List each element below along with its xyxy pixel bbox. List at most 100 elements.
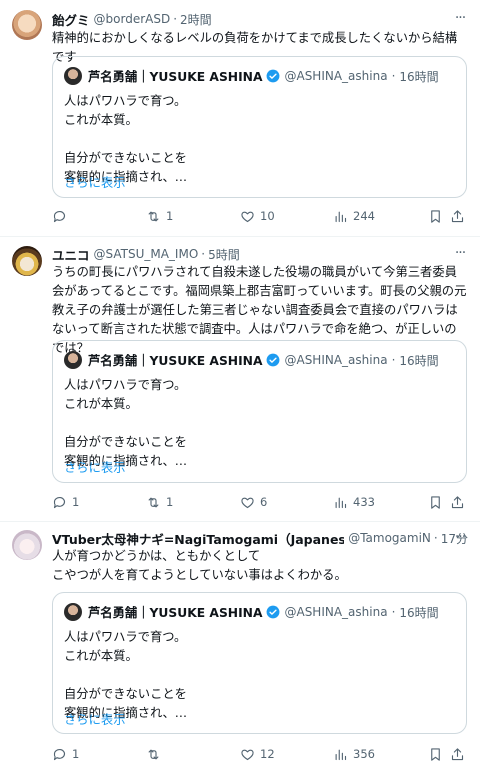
quote-display-name: 芦名勇舗｜YUSUKE ASHINA <box>88 354 263 368</box>
quote-text: 人はパワハラで育つ。 これが本質。 自分ができないことを 客観的に指摘され、… <box>64 378 188 468</box>
post-time[interactable]: 5時間 <box>208 246 240 263</box>
display-name[interactable]: ユニコ <box>52 245 90 263</box>
reply-count: 1 <box>72 747 80 761</box>
more-options-icon[interactable]: ··· <box>452 530 468 547</box>
separator-dot: · <box>391 353 396 367</box>
reply-count: 1 <box>72 495 80 509</box>
like-count: 6 <box>260 495 268 509</box>
heart-icon <box>241 497 254 508</box>
bookmark-icon <box>431 209 440 223</box>
quote-time: 16時間 <box>399 605 439 620</box>
show-more-link[interactable]: さらに表示 <box>64 710 126 728</box>
quote-text: 人はパワハラで育つ。 これが本質。 自分ができないことを 客観的に指摘され、… <box>64 630 188 720</box>
quote-avatar <box>64 67 82 85</box>
reply-icon <box>53 210 66 222</box>
view-count: 244 <box>353 209 375 223</box>
post-text: 人が育つかどうかは、ともかくとして こやつが人を育てようとしていない事はよくわか… <box>52 549 347 582</box>
show-more-link[interactable]: さらに表示 <box>64 458 126 476</box>
quote-header: 芦名勇舗｜YUSUKE ASHINA @ASHINA_ashina · 16時間 <box>88 350 456 370</box>
bookmark-icon <box>431 495 440 509</box>
share-icon <box>451 209 464 222</box>
more-options-icon[interactable]: ··· <box>452 246 468 263</box>
separator-dot: · <box>391 69 396 83</box>
reply-button[interactable]: 1 <box>52 492 79 512</box>
post-header: 飴グミ @borderASD · 2時間 <box>52 10 468 28</box>
display-name[interactable]: VTuber太母神ナギ=NagiTamogami（JapaneseV <box>52 529 344 547</box>
verified-badge-icon <box>267 353 280 367</box>
repost-button[interactable]: 1 <box>146 206 173 226</box>
analytics-icon <box>335 497 347 508</box>
quote-time: 16時間 <box>399 69 439 84</box>
quote-display-name: 芦名勇舗｜YUSUKE ASHINA <box>88 70 263 84</box>
user-handle[interactable]: @TamogamiN <box>348 531 431 545</box>
heart-icon <box>241 211 254 222</box>
reply-button[interactable] <box>52 206 72 226</box>
quote-avatar <box>64 603 82 621</box>
repost-icon <box>148 749 159 759</box>
quoted-post[interactable]: 芦名勇舗｜YUSUKE ASHINA @ASHINA_ashina · 16時間… <box>52 56 467 198</box>
post-header: ユニコ @SATSU_MA_IMO · 5時間 <box>52 245 468 263</box>
post-item[interactable]: VTuber太母神ナギ=NagiTamogami（JapaneseV @Tamo… <box>0 522 480 773</box>
quote-header: 芦名勇舗｜YUSUKE ASHINA @ASHINA_ashina · 16時間 <box>88 602 456 622</box>
action-bar: 1 10 244 <box>52 206 468 226</box>
quote-header: 芦名勇舗｜YUSUKE ASHINA @ASHINA_ashina · 16時間 <box>88 66 456 86</box>
view-count: 356 <box>353 747 375 761</box>
like-button[interactable]: 12 <box>240 744 275 764</box>
separator-dot: · <box>201 247 206 261</box>
repost-icon <box>148 211 159 221</box>
quote-avatar <box>64 351 82 369</box>
post-item[interactable]: ユニコ @SATSU_MA_IMO · 5時間 ··· うちの町長にパワハラされ… <box>0 237 480 521</box>
quote-time: 16時間 <box>399 353 439 368</box>
reply-icon <box>53 496 66 508</box>
bookmark-button[interactable] <box>428 744 443 764</box>
verified-badge-icon <box>267 69 280 83</box>
verified-badge-icon <box>267 605 280 619</box>
repost-icon <box>148 497 159 507</box>
share-icon <box>451 747 464 760</box>
like-button[interactable]: 10 <box>240 206 275 226</box>
more-options-icon[interactable]: ··· <box>452 11 468 28</box>
repost-button[interactable]: 1 <box>146 492 173 512</box>
avatar[interactable] <box>12 246 42 276</box>
action-bar: 1 1 6 433 <box>52 492 468 512</box>
user-handle[interactable]: @SATSU_MA_IMO <box>94 247 199 261</box>
repost-button[interactable] <box>146 744 166 764</box>
avatar[interactable] <box>12 10 42 40</box>
display-name[interactable]: 飴グミ <box>52 10 90 28</box>
bookmark-button[interactable] <box>428 206 443 226</box>
reply-icon <box>53 748 66 760</box>
bookmark-button[interactable] <box>428 492 443 512</box>
show-more-link[interactable]: さらに表示 <box>64 173 126 191</box>
separator-dot: · <box>391 605 396 619</box>
quote-handle: @ASHINA_ashina <box>284 69 388 83</box>
bookmark-icon <box>431 747 440 761</box>
share-button[interactable] <box>450 492 465 512</box>
reply-button[interactable]: 1 <box>52 744 79 764</box>
share-button[interactable] <box>450 206 465 226</box>
user-handle[interactable]: @borderASD <box>94 12 171 26</box>
views-button[interactable]: 433 <box>333 492 375 512</box>
quote-handle: @ASHINA_ashina <box>284 605 388 619</box>
separator-dot: · <box>173 12 178 26</box>
analytics-icon <box>335 749 347 760</box>
post-time[interactable]: 2時間 <box>180 11 212 28</box>
heart-icon <box>241 749 254 760</box>
post-header: VTuber太母神ナギ=NagiTamogami（JapaneseV @Tamo… <box>52 529 468 547</box>
share-icon <box>451 495 464 508</box>
like-button[interactable]: 6 <box>240 492 267 512</box>
post-item[interactable]: 飴グミ @borderASD · 2時間 ··· 精神的におかしくなるレベルの負… <box>0 0 480 236</box>
timeline-feed: 飴グミ @borderASD · 2時間 ··· 精神的におかしくなるレベルの負… <box>0 0 480 773</box>
repost-count: 1 <box>166 209 174 223</box>
like-count: 12 <box>260 747 275 761</box>
share-button[interactable] <box>450 744 465 764</box>
action-bar: 1 12 356 <box>52 744 468 764</box>
quote-handle: @ASHINA_ashina <box>284 353 388 367</box>
quoted-post[interactable]: 芦名勇舗｜YUSUKE ASHINA @ASHINA_ashina · 16時間… <box>52 592 467 734</box>
views-button[interactable]: 244 <box>333 206 375 226</box>
quoted-post[interactable]: 芦名勇舗｜YUSUKE ASHINA @ASHINA_ashina · 16時間… <box>52 340 467 483</box>
views-button[interactable]: 356 <box>333 744 375 764</box>
analytics-icon <box>335 211 347 222</box>
avatar[interactable] <box>12 530 42 560</box>
quote-display-name: 芦名勇舗｜YUSUKE ASHINA <box>88 606 263 620</box>
separator-dot: · <box>433 531 438 545</box>
